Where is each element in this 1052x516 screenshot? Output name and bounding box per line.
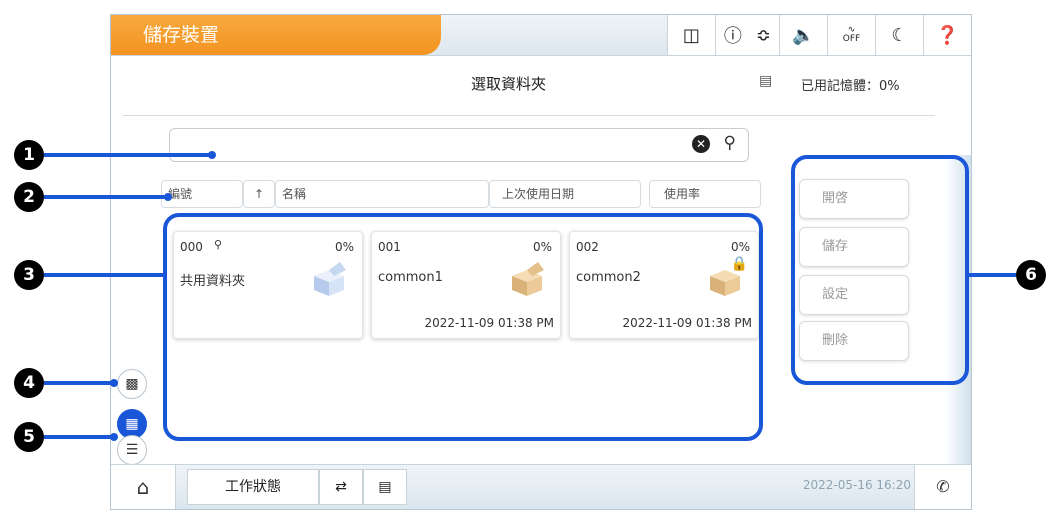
quiet-mode-icon[interactable]: ∿ OFF	[827, 15, 875, 55]
home-button[interactable]: ⌂	[111, 465, 176, 509]
printer-icon: ▤	[378, 479, 392, 495]
list-view-icon: ☰	[125, 442, 139, 458]
screen-title: 儲存裝置	[111, 15, 441, 55]
usage-column-label: 使用率	[664, 187, 701, 201]
callout-1-dot	[208, 151, 216, 159]
callout-5-dot	[110, 433, 118, 441]
folder-name: common2	[576, 270, 641, 285]
folder-card[interactable]: 002 0% common2 🔒 2022-11-09 01:38 PM	[569, 231, 759, 339]
memory-usage: 已用記憶體：0%	[801, 79, 900, 94]
sleep-icon[interactable]: ☾	[875, 15, 923, 55]
sort-direction-button[interactable]: ↑	[243, 180, 275, 208]
callout-5-line	[44, 435, 114, 439]
sort-number-header[interactable]: 編號	[161, 180, 243, 208]
grid-view-icon: ▦	[125, 416, 139, 432]
folder-card[interactable]: 001 0% common1 2022-11-09 01:38 PM	[371, 231, 561, 339]
usage-column-header[interactable]: 使用率	[649, 180, 761, 208]
folder-box-icon	[512, 262, 544, 296]
divider	[123, 115, 935, 116]
callout-6-line	[968, 273, 1016, 277]
job-status-button[interactable]: 工作狀態	[187, 469, 319, 505]
pin-icon: ⚲	[214, 238, 223, 251]
folder-number: 000	[180, 240, 203, 254]
network-icon: ⓘ	[723, 26, 742, 47]
callout-1: 1	[14, 140, 44, 170]
page-title: 選取資料夾	[471, 75, 547, 93]
folder-number: 002	[576, 240, 599, 254]
search-icon[interactable]: ⚲	[724, 133, 736, 153]
home-icon: ⌂	[136, 475, 150, 499]
folder-box-icon	[314, 262, 346, 296]
open-button[interactable]: 開啓	[799, 179, 909, 219]
folder-date: 2022-11-09 01:38 PM	[622, 316, 752, 330]
subheader: 選取資料夾 ▤ 已用記憶體：0%	[111, 55, 971, 115]
help-icon[interactable]: ❓	[923, 15, 971, 55]
network-status-group[interactable]: ⓘ ≎	[714, 15, 779, 55]
folder-usage: 0%	[730, 240, 750, 254]
status-icon-bar: ◫ ⓘ ≎ 🔈 ∿ OFF ☾ ❓	[666, 15, 971, 55]
add-folder-button[interactable]: ▩	[117, 369, 147, 399]
callout-3-line	[44, 273, 166, 277]
lock-icon: 🔒	[730, 256, 748, 272]
job-list-icon[interactable]: ◫	[666, 15, 715, 55]
phone-icon: ✆	[936, 477, 950, 496]
printer-status-button[interactable]: ▤	[363, 469, 407, 505]
sort-arrow-icon: ↑	[254, 187, 265, 201]
callout-2-dot	[164, 193, 172, 201]
add-folder-icon: ▩	[125, 376, 139, 392]
settings-button[interactable]: 設定	[799, 275, 909, 315]
callout-2-line	[44, 195, 168, 199]
last-used-column-header[interactable]: 上次使用日期	[489, 180, 641, 208]
clear-search-icon[interactable]: ✕	[692, 135, 710, 153]
fax-button[interactable]: ✆	[914, 465, 971, 509]
delete-button[interactable]: 刪除	[799, 321, 909, 361]
folder-number: 001	[378, 240, 401, 254]
bottom-bar: ⌂ 工作狀態 ⇄ ▤ 2022-05-16 16:20 ✆	[111, 464, 971, 509]
quiet-mode-label: OFF	[842, 34, 861, 44]
folder-card[interactable]: 000 ⚲ 0% 共用資料夾	[173, 231, 363, 339]
number-column-label: 編號	[168, 187, 193, 201]
memory-icon: ▤	[759, 73, 773, 89]
last-used-column-label: 上次使用日期	[502, 187, 575, 201]
folder-name: 共用資料夾	[180, 274, 246, 289]
sound-icon[interactable]: 🔈	[779, 15, 827, 55]
folder-usage: 0%	[532, 240, 552, 254]
job-queue-button[interactable]: ⇄	[319, 469, 363, 505]
search-input[interactable]: ✕ ⚲	[169, 128, 749, 162]
callout-5: 5	[14, 422, 44, 452]
top-bar: 儲存裝置 ◫ ⓘ ≎ 🔈 ∿ OFF ☾ ❓	[111, 15, 971, 56]
printer-panel-screen: 儲存裝置 ◫ ⓘ ≎ 🔈 ∿ OFF ☾ ❓ 選取資料夾 ▤ 已用記憶體：0% …	[110, 14, 972, 510]
callout-4-line	[44, 381, 114, 385]
wifi-icon: ≎	[755, 24, 771, 46]
save-button[interactable]: 儲存	[799, 227, 909, 267]
folder-date: 2022-11-09 01:38 PM	[424, 316, 554, 330]
name-column-header[interactable]: 名稱	[275, 180, 489, 208]
callout-3: 3	[14, 260, 44, 290]
folder-grid: 000 ⚲ 0% 共用資料夾 001 0% common1 2022-11-09	[163, 213, 763, 441]
callout-4: 4	[14, 368, 44, 398]
date-time: 2022-05-16 16:20	[802, 478, 911, 492]
callout-2: 2	[14, 182, 44, 212]
folder-usage: 0%	[334, 240, 354, 254]
callout-4-dot	[110, 379, 118, 387]
folder-name: common1	[378, 270, 443, 285]
callout-6: 6	[1016, 260, 1046, 290]
name-column-label: 名稱	[282, 187, 307, 201]
callout-1-line	[44, 153, 212, 157]
job-queue-icon: ⇄	[335, 479, 347, 495]
list-view-button[interactable]: ☰	[117, 435, 147, 465]
